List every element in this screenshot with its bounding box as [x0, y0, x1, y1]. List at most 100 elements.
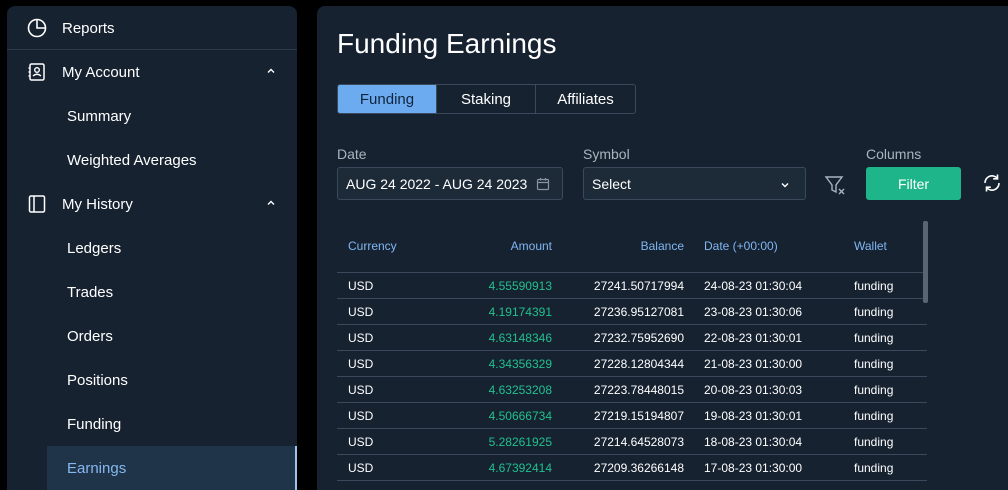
cell-currency: USD	[348, 435, 374, 449]
sidebar-item-my-account[interactable]: My Account	[7, 50, 297, 94]
sidebar-item-label: Reports	[62, 19, 115, 37]
sidebar-item-summary[interactable]: Summary	[7, 94, 297, 138]
tab-affiliates[interactable]: Affiliates	[536, 85, 635, 113]
contact-card-icon	[26, 61, 48, 83]
cell-amount: 4.63253208	[488, 383, 552, 397]
column-header-balance[interactable]: Balance	[641, 239, 684, 253]
pie-chart-icon	[26, 17, 48, 39]
chevron-up-icon[interactable]	[265, 64, 277, 76]
calendar-icon	[536, 177, 550, 194]
tab-funding[interactable]: Funding	[338, 85, 437, 113]
column-header-amount[interactable]: Amount	[511, 239, 552, 253]
cell-date: 23-08-23 01:30:06	[704, 305, 803, 319]
cell-currency: USD	[348, 279, 374, 293]
cell-wallet: funding	[854, 279, 894, 293]
table-row: USD 4.34356329 27228.12804344 21-08-23 0…	[337, 351, 927, 377]
column-header-date[interactable]: Date (+00:00)	[704, 239, 778, 253]
sidebar-item-label: Earnings	[67, 460, 127, 477]
date-label: Date	[337, 146, 367, 162]
table-row: USD 4.19174391 27236.95127081 23-08-23 0…	[337, 299, 927, 325]
sidebar-item-funding[interactable]: Funding	[7, 402, 297, 446]
cell-wallet: funding	[854, 357, 894, 371]
date-range-value: AUG 24 2022 - AUG 24 2023	[346, 175, 528, 192]
sidebar-item-earnings[interactable]: Earnings	[47, 446, 297, 490]
chevron-up-icon[interactable]	[265, 196, 277, 208]
cell-amount: 4.19174391	[488, 305, 552, 319]
cell-date: 19-08-23 01:30:01	[704, 409, 803, 423]
sidebar-item-label: Weighted Averages	[67, 151, 197, 169]
cell-balance: 27214.64528073	[593, 435, 684, 449]
chevron-down-icon	[779, 178, 791, 194]
sidebar-item-label: Ledgers	[67, 239, 122, 257]
cell-amount: 4.55590913	[488, 279, 552, 293]
cell-balance: 27236.95127081	[593, 305, 684, 319]
cell-wallet: funding	[854, 383, 894, 397]
column-header-wallet[interactable]: Wallet	[854, 239, 887, 253]
cell-date: 17-08-23 01:30:00	[704, 461, 803, 475]
date-range-picker[interactable]: AUG 24 2022 - AUG 24 2023	[337, 167, 563, 200]
table-row: USD 4.63148346 27232.75952690 22-08-23 0…	[337, 325, 927, 351]
book-icon	[26, 193, 48, 215]
table-scrollbar[interactable]	[923, 221, 928, 303]
cell-amount: 4.50666734	[488, 409, 552, 423]
sidebar-item-weighted-averages[interactable]: Weighted Averages	[7, 138, 297, 182]
tab-bar: Funding Staking Affiliates	[337, 84, 636, 114]
earnings-table: Currency Amount Balance Date (+00:00) Wa…	[337, 221, 927, 490]
filter-clear-icon[interactable]	[823, 173, 847, 202]
cell-currency: USD	[348, 305, 374, 319]
cell-currency: USD	[348, 357, 374, 371]
cell-wallet: funding	[854, 305, 894, 319]
table-row: USD 4.67392414 27209.36266148 17-08-23 0…	[337, 455, 927, 481]
cell-wallet: funding	[854, 409, 894, 423]
cell-currency: USD	[348, 383, 374, 397]
symbol-select-value: Select	[592, 175, 631, 192]
page-title: Funding Earnings	[337, 28, 557, 59]
sidebar-item-label: My Account	[62, 63, 140, 81]
table-row: USD 4.55590913 27241.50717994 24-08-23 0…	[337, 273, 927, 299]
cell-balance: 27232.75952690	[593, 331, 684, 345]
cell-balance: 27209.36266148	[593, 461, 684, 475]
refresh-icon[interactable]	[981, 172, 1003, 199]
cell-amount: 4.63148346	[488, 331, 552, 345]
cell-balance: 27219.15194807	[593, 409, 684, 423]
sidebar-item-label: Positions	[67, 371, 128, 389]
sidebar: Reports My Account Summary Weighted Aver…	[7, 6, 297, 490]
sidebar-item-label: Orders	[67, 327, 113, 345]
sidebar-item-reports[interactable]: Reports	[7, 6, 297, 50]
sidebar-item-positions[interactable]: Positions	[7, 358, 297, 402]
cell-balance: 27228.12804344	[593, 357, 684, 371]
cell-amount: 4.67392414	[488, 461, 552, 475]
table-row: USD 4.50666734 27219.15194807 19-08-23 0…	[337, 403, 927, 429]
symbol-select[interactable]: Select	[583, 167, 806, 200]
column-header-currency[interactable]: Currency	[348, 239, 397, 253]
active-indicator	[295, 446, 297, 490]
sidebar-item-ledgers[interactable]: Ledgers	[7, 226, 297, 270]
cell-date: 22-08-23 01:30:01	[704, 331, 803, 345]
cell-amount: 5.28261925	[488, 435, 552, 449]
sidebar-item-my-history[interactable]: My History	[7, 182, 297, 226]
sidebar-item-label: Summary	[67, 107, 132, 125]
cell-balance: 27223.78448015	[593, 383, 684, 397]
sidebar-item-label: Funding	[67, 415, 122, 433]
cell-currency: USD	[348, 331, 374, 345]
cell-wallet: funding	[854, 435, 894, 449]
sidebar-item-label: Trades	[67, 283, 114, 301]
cell-amount: 4.34356329	[488, 357, 552, 371]
sidebar-item-orders[interactable]: Orders	[7, 314, 297, 358]
table-header: Currency Amount Balance Date (+00:00) Wa…	[337, 221, 927, 273]
table-row: USD 5.28261925 27214.64528073 18-08-23 0…	[337, 429, 927, 455]
cell-balance: 27241.50717994	[593, 279, 684, 293]
sidebar-item-label: My History	[62, 195, 133, 213]
tab-staking[interactable]: Staking	[437, 85, 536, 113]
sidebar-item-trades[interactable]: Trades	[7, 270, 297, 314]
cell-date: 18-08-23 01:30:04	[704, 435, 803, 449]
table-row: USD 4.63253208 27223.78448015 20-08-23 0…	[337, 377, 927, 403]
columns-label: Columns	[866, 146, 922, 162]
main-panel: Funding Earnings Funding Staking Affilia…	[317, 6, 1008, 490]
app: Reports My Account Summary Weighted Aver…	[0, 0, 1008, 490]
filter-button[interactable]: Filter	[866, 167, 961, 200]
cell-currency: USD	[348, 409, 374, 423]
symbol-label: Symbol	[583, 146, 630, 162]
cell-wallet: funding	[854, 331, 894, 345]
cell-date: 21-08-23 01:30:00	[704, 357, 803, 371]
